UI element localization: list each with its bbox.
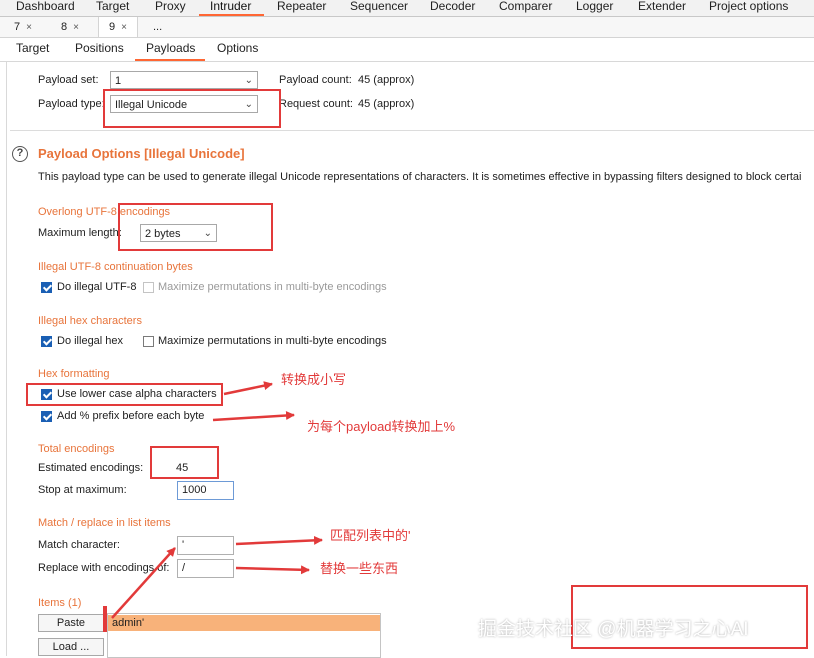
arrow-match <box>235 535 323 546</box>
annotation-replace: 替换一些东西 <box>320 561 399 576</box>
watermark: 掘金技术社区 @机器学习之心AI <box>478 619 749 640</box>
annotation-prefix: 为每个payload转换加上% <box>307 419 456 434</box>
arrow-lowercase <box>223 381 273 396</box>
arrow-prefix <box>212 411 295 422</box>
arrow-admin-to-match <box>111 547 176 619</box>
annotation-lowercase: 转换成小写 <box>281 372 347 387</box>
annotation-arrows <box>111 381 323 619</box>
arrow-replace <box>235 565 310 575</box>
annotation-match: 匹配列表中的' <box>330 528 411 543</box>
